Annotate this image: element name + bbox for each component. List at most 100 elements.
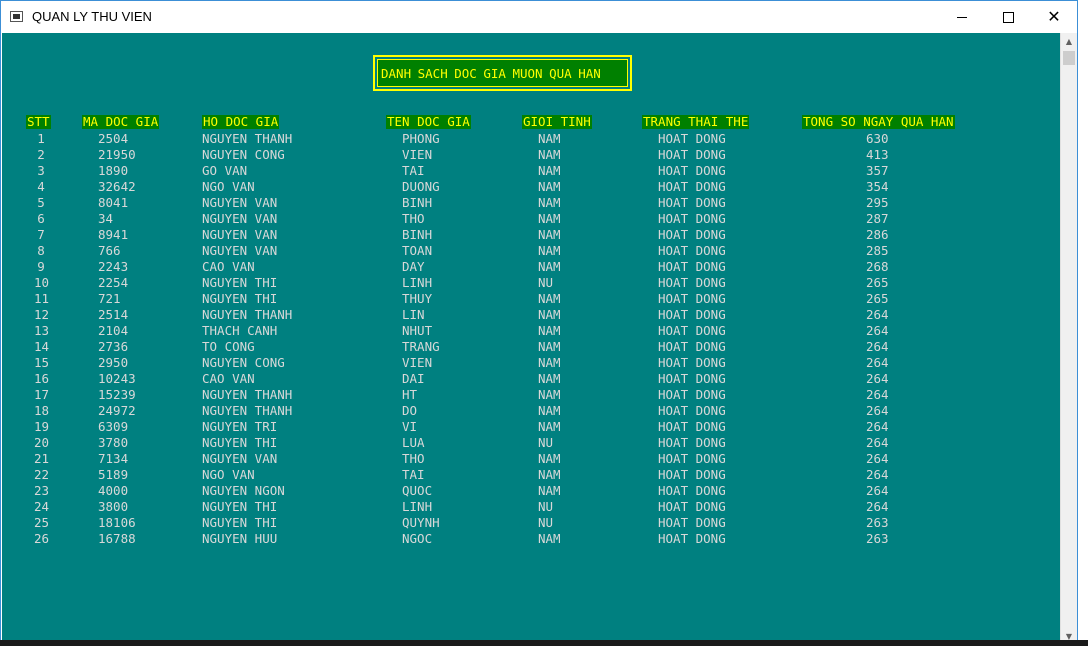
cell-ho-doc-gia: NGUYEN THANH <box>202 387 293 402</box>
cell-ho-doc-gia: NGUYEN VAN <box>202 195 278 210</box>
cell-tong-so-ngay: 264 <box>866 483 889 498</box>
cell-trang-thai-the: HOAT DONG <box>658 387 726 402</box>
cell-gioi-tinh: NAM <box>538 307 561 322</box>
cell-stt: 11 <box>34 291 50 306</box>
title-bar[interactable]: QUAN LY THU VIEN ✕ <box>1 1 1077 33</box>
cell-trang-thai-the: HOAT DONG <box>658 211 726 226</box>
cell-ma-doc-gia: 2243 <box>98 259 129 274</box>
cell-stt: 2 <box>37 147 45 162</box>
cell-trang-thai-the: HOAT DONG <box>658 147 726 162</box>
cell-stt: 20 <box>34 435 50 450</box>
cell-tong-so-ngay: 264 <box>866 323 889 338</box>
cell-tong-so-ngay: 265 <box>866 291 889 306</box>
cell-ho-doc-gia: NGUYEN THI <box>202 435 278 450</box>
cell-ma-doc-gia: 15239 <box>98 387 136 402</box>
cell-gioi-tinh: NAM <box>538 211 561 226</box>
cell-gioi-tinh: NU <box>538 275 554 290</box>
vertical-scrollbar[interactable]: ▲ ▼ <box>1060 33 1077 645</box>
minimize-button[interactable] <box>939 1 985 33</box>
table-row: 21 7134 NGUYEN VAN THO NAM HOAT DONG 264 <box>2 451 1070 467</box>
cell-tong-so-ngay: 264 <box>866 435 889 450</box>
cell-ho-doc-gia: NGO VAN <box>202 467 255 482</box>
cell-stt: 26 <box>34 531 50 546</box>
cell-ten-doc-gia: QUYNH <box>402 515 440 530</box>
cell-trang-thai-the: HOAT DONG <box>658 307 726 322</box>
column-header-trang-thai-the: TRANG THAI THE <box>642 114 750 129</box>
table-row: 7 8941 NGUYEN VAN BINH NAM HOAT DONG 286 <box>2 227 1070 243</box>
cell-gioi-tinh: NAM <box>538 227 561 242</box>
cell-ma-doc-gia: 721 <box>98 291 121 306</box>
cell-ho-doc-gia: NGUYEN VAN <box>202 243 278 258</box>
column-header-stt: STT <box>26 114 51 129</box>
cell-ma-doc-gia: 2950 <box>98 355 129 370</box>
cell-stt: 17 <box>34 387 50 402</box>
cell-stt: 12 <box>34 307 50 322</box>
table-row: 11 721 NGUYEN THI THUY NAM HOAT DONG 265 <box>2 291 1070 307</box>
cell-ma-doc-gia: 2254 <box>98 275 129 290</box>
cell-ten-doc-gia: THO <box>402 211 425 226</box>
cell-ho-doc-gia: NGUYEN CONG <box>202 147 285 162</box>
cell-trang-thai-the: HOAT DONG <box>658 195 726 210</box>
column-header-ho-doc-gia: HO DOC GIA <box>202 114 280 129</box>
close-button[interactable]: ✕ <box>1031 1 1077 33</box>
cell-ten-doc-gia: THO <box>402 451 425 466</box>
cell-gioi-tinh: NAM <box>538 355 561 370</box>
cell-trang-thai-the: HOAT DONG <box>658 259 726 274</box>
reader-table: 1 2504 NGUYEN THANH PHONG NAM HOAT DONG 630 2 21… <box>2 131 1070 547</box>
cell-stt: 6 <box>37 211 45 226</box>
cell-gioi-tinh: NAM <box>538 323 561 338</box>
cell-trang-thai-the: HOAT DONG <box>658 291 726 306</box>
table-row: 5 8041 NGUYEN VAN BINH NAM HOAT DONG 295 <box>2 195 1070 211</box>
cell-gioi-tinh: NAM <box>538 131 561 146</box>
taskbar-edge <box>0 640 1088 646</box>
cell-ten-doc-gia: LIN <box>402 307 425 322</box>
table-row: 3 1890 GO VAN TAI NAM HOAT DONG 357 <box>2 163 1070 179</box>
cell-stt: 7 <box>37 227 45 242</box>
cell-ho-doc-gia: NGUYEN TRI <box>202 419 278 434</box>
table-row: 19 6309 NGUYEN TRI VI NAM HOAT DONG 264 <box>2 419 1070 435</box>
cell-stt: 13 <box>34 323 50 338</box>
cell-gioi-tinh: NAM <box>538 483 561 498</box>
cell-ten-doc-gia: VI <box>402 419 418 434</box>
cell-gioi-tinh: NAM <box>538 403 561 418</box>
cell-ma-doc-gia: 3780 <box>98 435 129 450</box>
cell-tong-so-ngay: 357 <box>866 163 889 178</box>
cell-stt: 21 <box>34 451 50 466</box>
cell-ma-doc-gia: 5189 <box>98 467 129 482</box>
report-heading: DANH SACH DOC GIA MUON QUA HAN <box>381 65 601 81</box>
cell-tong-so-ngay: 268 <box>866 259 889 274</box>
minimize-icon <box>957 17 967 18</box>
cell-ho-doc-gia: NGUYEN NGON <box>202 483 285 498</box>
table-row: 26 16788 NGUYEN HUU NGOC NAM HOAT DONG 263 <box>2 531 1070 547</box>
cell-ten-doc-gia: NGOC <box>402 531 433 546</box>
table-row: 20 3780 NGUYEN THI LUA NU HOAT DONG 264 <box>2 435 1070 451</box>
scroll-thumb[interactable] <box>1063 51 1075 65</box>
console-app-icon[interactable] <box>10 11 23 22</box>
scroll-up-icon[interactable]: ▲ <box>1061 33 1077 50</box>
cell-gioi-tinh: NAM <box>538 163 561 178</box>
close-icon: ✕ <box>1047 7 1061 26</box>
cell-ma-doc-gia: 21950 <box>98 147 136 162</box>
table-row: 12 2514 NGUYEN THANH LIN NAM HOAT DONG 264 <box>2 307 1070 323</box>
cell-trang-thai-the: HOAT DONG <box>658 403 726 418</box>
table-row: 8 766 NGUYEN VAN TOAN NAM HOAT DONG 285 <box>2 243 1070 259</box>
cell-ma-doc-gia: 8041 <box>98 195 129 210</box>
cell-tong-so-ngay: 287 <box>866 211 889 226</box>
cell-ten-doc-gia: TAI <box>402 163 425 178</box>
cell-ma-doc-gia: 8941 <box>98 227 129 242</box>
cell-gioi-tinh: NAM <box>538 419 561 434</box>
cell-trang-thai-the: HOAT DONG <box>658 163 726 178</box>
cell-stt: 9 <box>37 259 45 274</box>
cell-ma-doc-gia: 2514 <box>98 307 129 322</box>
table-row: 14 2736 TO CONG TRANG NAM HOAT DONG 264 <box>2 339 1070 355</box>
cell-ho-doc-gia: NGUYEN CONG <box>202 355 285 370</box>
cell-ho-doc-gia: NGUYEN HUU <box>202 531 278 546</box>
cell-ten-doc-gia: LINH <box>402 275 433 290</box>
maximize-button[interactable] <box>985 1 1031 33</box>
cell-ma-doc-gia: 18106 <box>98 515 136 530</box>
cell-ten-doc-gia: DAI <box>402 371 425 386</box>
cell-ma-doc-gia: 10243 <box>98 371 136 386</box>
cell-stt: 1 <box>37 131 45 146</box>
cell-trang-thai-the: HOAT DONG <box>658 467 726 482</box>
cell-ho-doc-gia: TO CONG <box>202 339 255 354</box>
